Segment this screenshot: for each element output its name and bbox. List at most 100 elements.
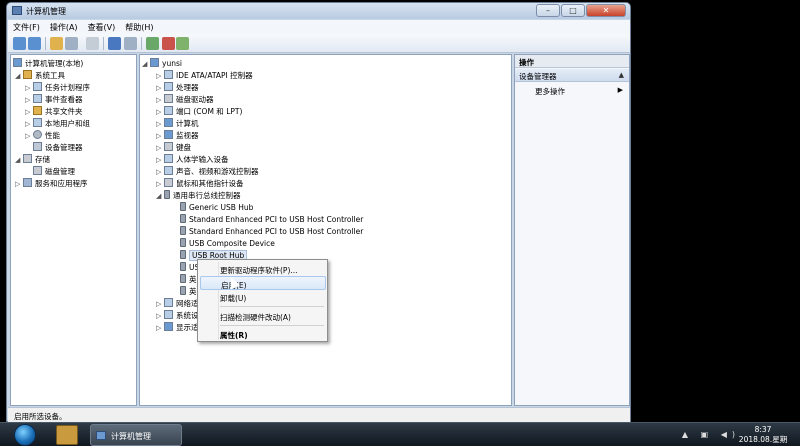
expand-arrow-icon[interactable]: ▷ — [25, 130, 33, 142]
export-list-icon[interactable] — [86, 37, 99, 50]
start-button[interactable] — [14, 424, 36, 446]
tree-item-shared-folders[interactable]: ▷ 共享文件夹 — [25, 106, 83, 118]
tree-item-device-manager[interactable]: 设备管理器 — [33, 142, 83, 154]
collapse-arrow-icon[interactable]: ◢ — [142, 58, 150, 70]
tree-item-performance[interactable]: ▷ 性能 — [25, 130, 60, 142]
expand-arrow-icon[interactable]: ▷ — [156, 94, 164, 106]
tree-item-storage[interactable]: ◢ 存储 — [15, 154, 50, 166]
computer-management-icon — [96, 431, 106, 440]
tree-item-services-apps[interactable]: ▷ 服务和应用程序 — [15, 178, 88, 190]
expand-arrow-icon[interactable]: ▷ — [156, 166, 164, 178]
minimize-button[interactable]: – — [536, 4, 560, 17]
actions-pane: 操作 设备管理器 ▲ 更多操作 ▶ — [514, 54, 630, 406]
device-category[interactable]: ▷ 网络适 — [156, 298, 199, 310]
close-button[interactable]: ✕ — [586, 4, 626, 17]
show-hide-action-pane-icon[interactable] — [124, 37, 137, 50]
usb-icon — [180, 286, 186, 295]
device-category[interactable]: ▷ 声音、视频和游戏控制器 — [156, 166, 259, 178]
device-manager-icon — [33, 142, 42, 151]
device-category[interactable]: ▷ 键盘 — [156, 142, 191, 154]
expand-arrow-icon[interactable]: ▷ — [25, 118, 33, 130]
menu-update-driver[interactable]: 更新驱动程序软件(P)... — [200, 262, 326, 276]
device-category[interactable]: ▷ 系统设 — [156, 310, 199, 322]
performance-icon — [33, 130, 42, 139]
scan-hardware-icon[interactable] — [146, 37, 159, 50]
expand-arrow-icon[interactable]: ▷ — [25, 94, 33, 106]
system-tray[interactable]: ▲ ▣ ◀) — [682, 430, 740, 439]
uninstall-device-icon[interactable] — [162, 37, 175, 50]
usb-device[interactable]: 英 — [180, 286, 197, 298]
enable-device-icon[interactable] — [176, 37, 189, 50]
device-category[interactable]: ▷ 监视器 — [156, 130, 199, 142]
more-actions-link[interactable]: 更多操作 — [535, 86, 565, 97]
usb-device[interactable]: Standard Enhanced PCI to USB Host Contro… — [180, 214, 363, 226]
expand-arrow-icon[interactable]: ▷ — [156, 82, 164, 94]
tree-item-root[interactable]: 计算机管理(本地) — [13, 58, 83, 70]
show-hide-tree-icon[interactable] — [65, 37, 78, 50]
collapse-arrow-icon[interactable]: ◢ — [15, 70, 23, 82]
back-arrow-icon[interactable] — [13, 37, 26, 50]
expand-arrow-icon[interactable]: ▷ — [156, 70, 164, 82]
device-category[interactable]: ▷ IDE ATA/ATAPI 控制器 — [156, 70, 253, 82]
collapse-arrow-icon[interactable]: ◢ — [15, 154, 23, 166]
expand-arrow-icon[interactable]: ▷ — [25, 106, 33, 118]
device-category[interactable]: ▷ 磁盘驱动器 — [156, 94, 214, 106]
menu-help[interactable]: 帮助(H) — [120, 20, 158, 34]
tree-item-local-users[interactable]: ▷ 本地用户和组 — [25, 118, 90, 130]
device-category[interactable]: ▷ 显示适 — [156, 322, 199, 334]
device-category[interactable]: ▷ 端口 (COM 和 LPT) — [156, 106, 242, 118]
device-category-usb[interactable]: ◢ 通用串行总线控制器 — [156, 190, 241, 202]
collapse-triangle-icon[interactable]: ▲ — [619, 71, 624, 79]
device-tree-root[interactable]: ◢ yunsi — [142, 58, 182, 70]
toolbox-icon — [23, 70, 32, 79]
usb-icon — [180, 238, 186, 247]
display-adapter-icon — [164, 322, 173, 331]
collapse-arrow-icon[interactable]: ◢ — [156, 190, 164, 202]
expand-arrow-icon[interactable]: ▷ — [156, 322, 164, 334]
tree-item-system-tools[interactable]: ◢ 系统工具 — [15, 70, 65, 82]
tree-item-event-viewer[interactable]: ▷ 事件查看器 — [25, 94, 83, 106]
device-category[interactable]: ▷ 计算机 — [156, 118, 199, 130]
menu-bar: 文件(F) 操作(A) 查看(V) 帮助(H) — [8, 20, 630, 34]
forward-arrow-icon[interactable] — [28, 37, 41, 50]
menu-action[interactable]: 操作(A) — [45, 20, 83, 34]
expand-arrow-icon[interactable]: ▷ — [15, 178, 23, 190]
title-bar[interactable]: 计算机管理 – □ ✕ — [7, 3, 630, 19]
device-category[interactable]: ▷ 鼠标和其他指针设备 — [156, 178, 244, 190]
actions-section-device-manager[interactable]: 设备管理器 ▲ — [515, 69, 629, 82]
tree-item-disk-management[interactable]: 磁盘管理 — [33, 166, 75, 178]
expand-arrow-icon[interactable]: ▷ — [156, 154, 164, 166]
hid-icon — [164, 154, 173, 163]
explorer-pinned-icon[interactable] — [56, 425, 78, 445]
expand-arrow-icon[interactable]: ▷ — [156, 106, 164, 118]
menu-scan-hardware[interactable]: 扫描检测硬件改动(A) — [200, 309, 326, 323]
expand-arrow-icon[interactable]: ▷ — [156, 310, 164, 322]
usb-device[interactable]: 英 — [180, 274, 197, 286]
device-category[interactable]: ▷ 处理器 — [156, 82, 199, 94]
mouse-icon — [164, 178, 173, 187]
usb-device[interactable]: USB Composite Device — [180, 238, 275, 250]
menu-file[interactable]: 文件(F) — [8, 20, 45, 34]
menu-enable[interactable]: 启用(E) — [200, 276, 326, 290]
taskbar-item-computer-management[interactable]: 计算机管理 — [90, 424, 182, 446]
help-icon[interactable] — [108, 37, 121, 50]
menu-view[interactable]: 查看(V) — [83, 20, 121, 34]
submenu-arrow-icon[interactable]: ▶ — [618, 86, 623, 94]
clock[interactable]: 8:37 2018.08.星期二 — [738, 425, 788, 446]
tree-item-task-scheduler[interactable]: ▷ 任务计划程序 — [25, 82, 90, 94]
usb-disabled-icon — [180, 250, 186, 259]
expand-arrow-icon[interactable]: ▷ — [156, 178, 164, 190]
usb-device[interactable]: Generic USB Hub — [180, 202, 253, 214]
usb-device[interactable]: Standard Enhanced PCI to USB Host Contro… — [180, 226, 363, 238]
expand-arrow-icon[interactable]: ▷ — [156, 298, 164, 310]
up-folder-icon[interactable] — [50, 37, 63, 50]
maximize-button[interactable]: □ — [561, 4, 585, 17]
device-category[interactable]: ▷ 人体学输入设备 — [156, 154, 229, 166]
expand-arrow-icon[interactable]: ▷ — [156, 130, 164, 142]
expand-arrow-icon[interactable]: ▷ — [25, 82, 33, 94]
expand-arrow-icon[interactable]: ▷ — [156, 118, 164, 130]
menu-uninstall[interactable]: 卸载(U) — [200, 290, 326, 304]
expand-arrow-icon[interactable]: ▷ — [156, 142, 164, 154]
menu-properties[interactable]: 属性(R) — [200, 327, 326, 341]
sound-icon — [164, 166, 173, 175]
